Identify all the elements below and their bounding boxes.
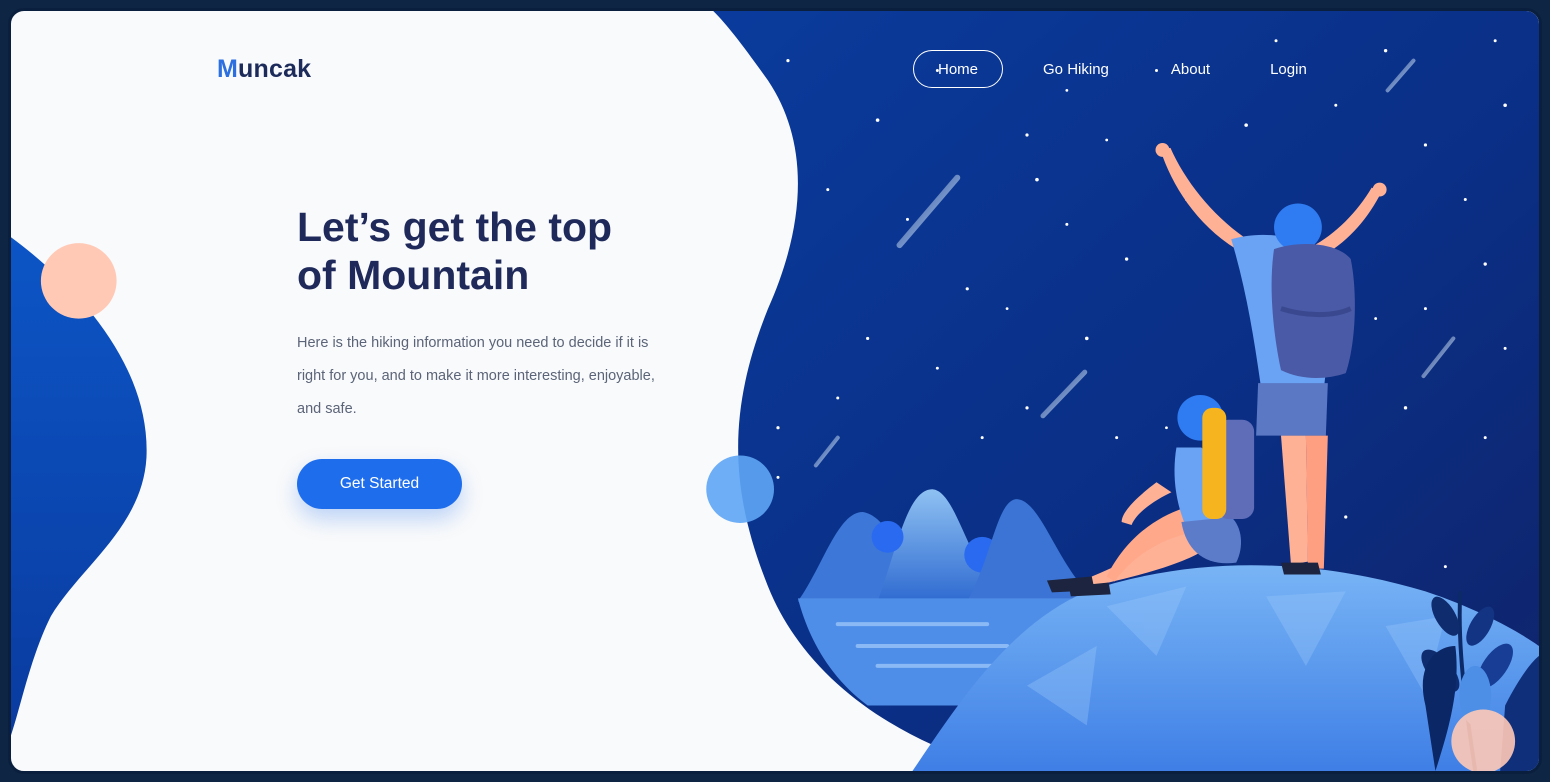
get-started-button[interactable]: Get Started xyxy=(297,459,462,509)
logo-initial: M xyxy=(217,55,239,83)
hero-title-line1: Let’s get the top xyxy=(297,204,613,250)
nav-about[interactable]: About xyxy=(1145,50,1236,88)
hero-description: Here is the hiking information you need … xyxy=(297,335,655,417)
main-nav: Home Go Hiking About Login xyxy=(913,49,1333,89)
app-window: Muncak Home Go Hiking About Login Let’s … xyxy=(8,8,1542,774)
blue-bubble xyxy=(706,455,775,523)
hero-illustration xyxy=(11,11,1539,771)
nav-login[interactable]: Login xyxy=(1244,50,1333,88)
hero-title-line2: of Mountain xyxy=(297,252,530,298)
hero-title: Let’s get the top of Mountain xyxy=(297,203,717,299)
peach-circle xyxy=(40,243,117,319)
peach-circle-bottom xyxy=(1451,709,1516,771)
logo[interactable]: Muncak xyxy=(217,55,311,84)
logo-text: uncak xyxy=(238,55,312,83)
nav-go-hiking[interactable]: Go Hiking xyxy=(1017,50,1135,88)
nav-home[interactable]: Home xyxy=(913,50,1004,88)
